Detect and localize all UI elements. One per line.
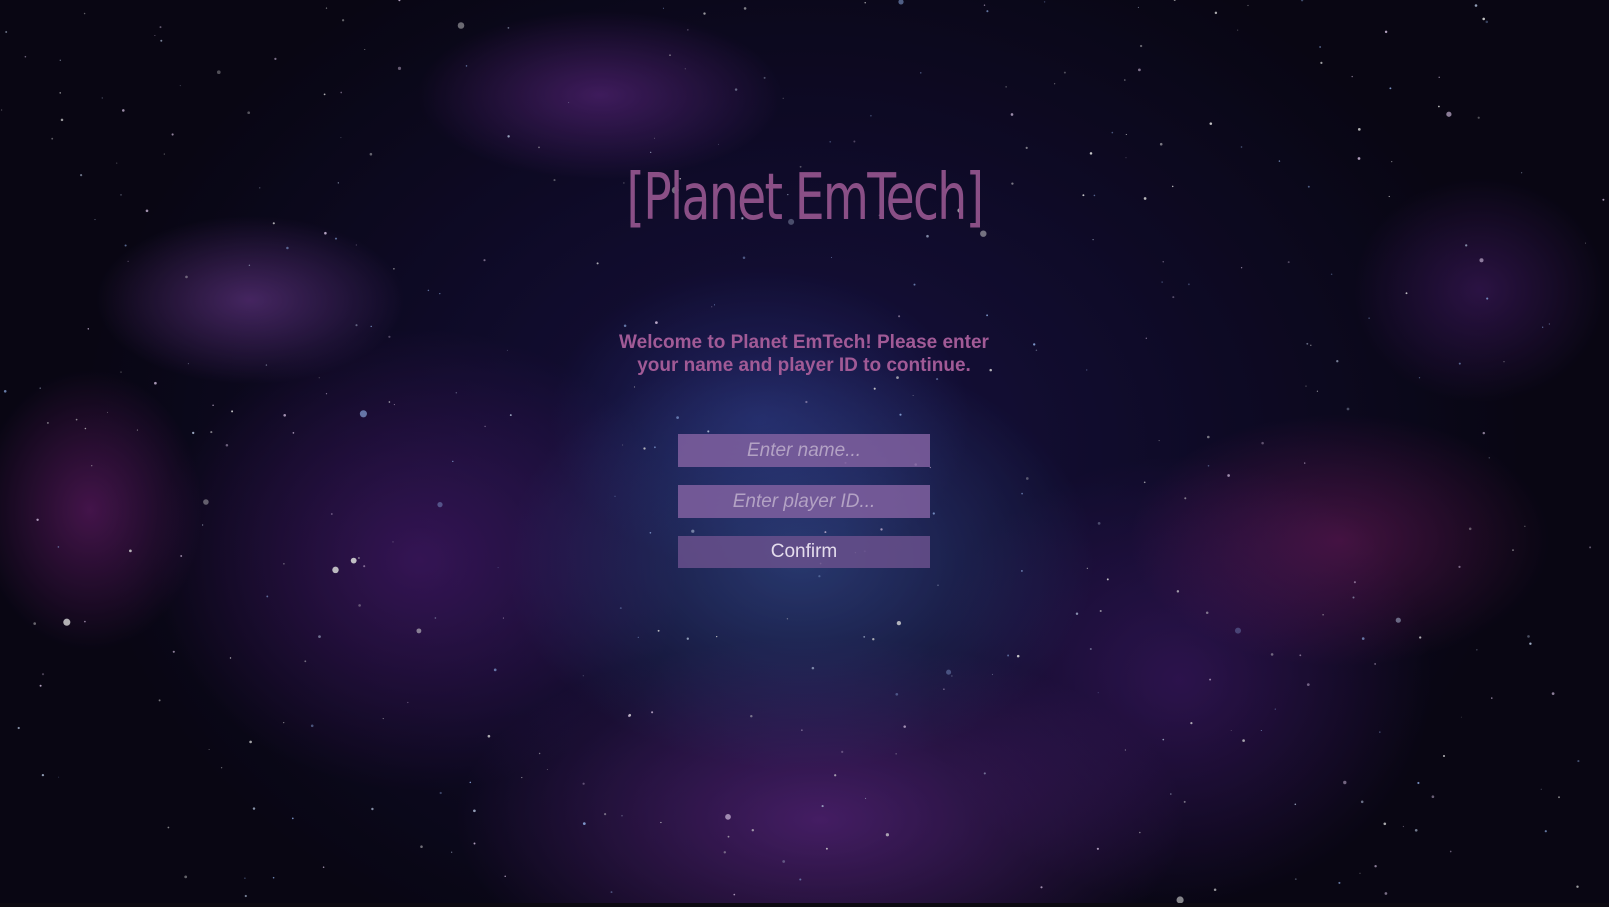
welcome-line-1: Welcome to Planet EmTech! Please enter — [619, 332, 989, 353]
space-background: [Planet EmTech] Welcome to Planet EmTech… — [0, 0, 1609, 907]
welcome-line-2: your name and player ID to continue. — [637, 355, 971, 376]
confirm-button[interactable]: Confirm — [678, 536, 930, 568]
player-id-input[interactable] — [678, 485, 930, 518]
bottom-edge — [0, 903, 1609, 907]
game-title: [Planet EmTech] — [626, 161, 984, 235]
welcome-message: Welcome to Planet EmTech! Please enter y… — [574, 331, 1034, 377]
name-input[interactable] — [678, 434, 930, 467]
